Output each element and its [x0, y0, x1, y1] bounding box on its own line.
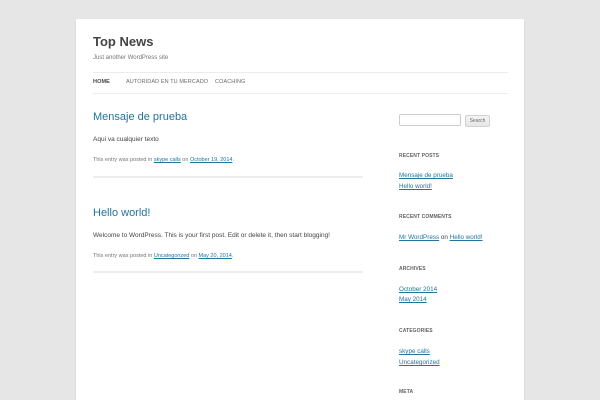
site-description: Just another WordPress site — [93, 55, 169, 61]
comment-author-link[interactable]: Mr WordPress — [399, 234, 439, 241]
category-link[interactable]: Uncategorized — [154, 253, 189, 259]
archive-link[interactable]: October 2014 — [399, 286, 437, 293]
post-content: Aqui va cualquier texto — [93, 136, 159, 143]
comment-post-link[interactable]: Hello world! — [450, 234, 483, 241]
meta-end: . — [232, 157, 234, 163]
meta-prefix: This entry was posted in — [93, 253, 153, 259]
post-title[interactable]: Hello world! — [93, 207, 150, 219]
widget-title-categories: CATEGORIES — [399, 328, 433, 334]
widget-title-recent-comments: RECENT COMMENTS — [399, 214, 452, 220]
search-input[interactable] — [399, 114, 461, 126]
meta-on: on — [182, 157, 189, 163]
post-meta: This entry was posted in skype calls on … — [93, 157, 234, 163]
search-button[interactable]: Search — [465, 115, 490, 127]
widget-title-archives: ARCHIVES — [399, 266, 426, 272]
widget-title-meta: META — [399, 389, 414, 395]
category-link[interactable]: skype calls — [154, 157, 181, 163]
nav-item-autoridad[interactable]: AUTORIDAD EN TU MERCADO — [126, 79, 208, 85]
post-divider — [93, 271, 363, 273]
nav-item-coaching[interactable]: COACHING — [215, 79, 245, 85]
post-content: Welcome to WordPress. This is your first… — [93, 232, 330, 239]
date-link[interactable]: October 19, 2014 — [190, 157, 233, 163]
widget-title-recent-posts: RECENT POSTS — [399, 153, 440, 159]
meta-on: on — [190, 253, 197, 259]
archive-link[interactable]: May 2014 — [399, 296, 427, 303]
meta-prefix: This entry was posted in — [93, 157, 153, 163]
post-divider — [93, 176, 363, 178]
recent-post-link[interactable]: Hello world! — [399, 183, 432, 190]
post-title[interactable]: Mensaje de prueba — [93, 111, 187, 123]
recent-comment: Mr WordPress on Hello world! — [399, 234, 483, 241]
meta-end: . — [231, 253, 234, 259]
category-widget-link[interactable]: skype calls — [399, 348, 430, 355]
post-meta: This entry was posted in Uncategorized o… — [93, 253, 233, 259]
comment-on: on — [440, 234, 448, 241]
main-navigation: HOME AUTORIDAD EN TU MERCADO COACHING — [93, 72, 508, 94]
category-widget-link[interactable]: Uncategorized — [399, 359, 440, 366]
nav-item-home[interactable]: HOME — [93, 79, 110, 85]
site-container: Top News Just another WordPress site HOM… — [76, 19, 524, 400]
date-link[interactable]: May 20, 2014 — [199, 253, 232, 259]
site-title[interactable]: Top News — [93, 34, 153, 49]
recent-post-link[interactable]: Mensaje de prueba — [399, 172, 453, 179]
